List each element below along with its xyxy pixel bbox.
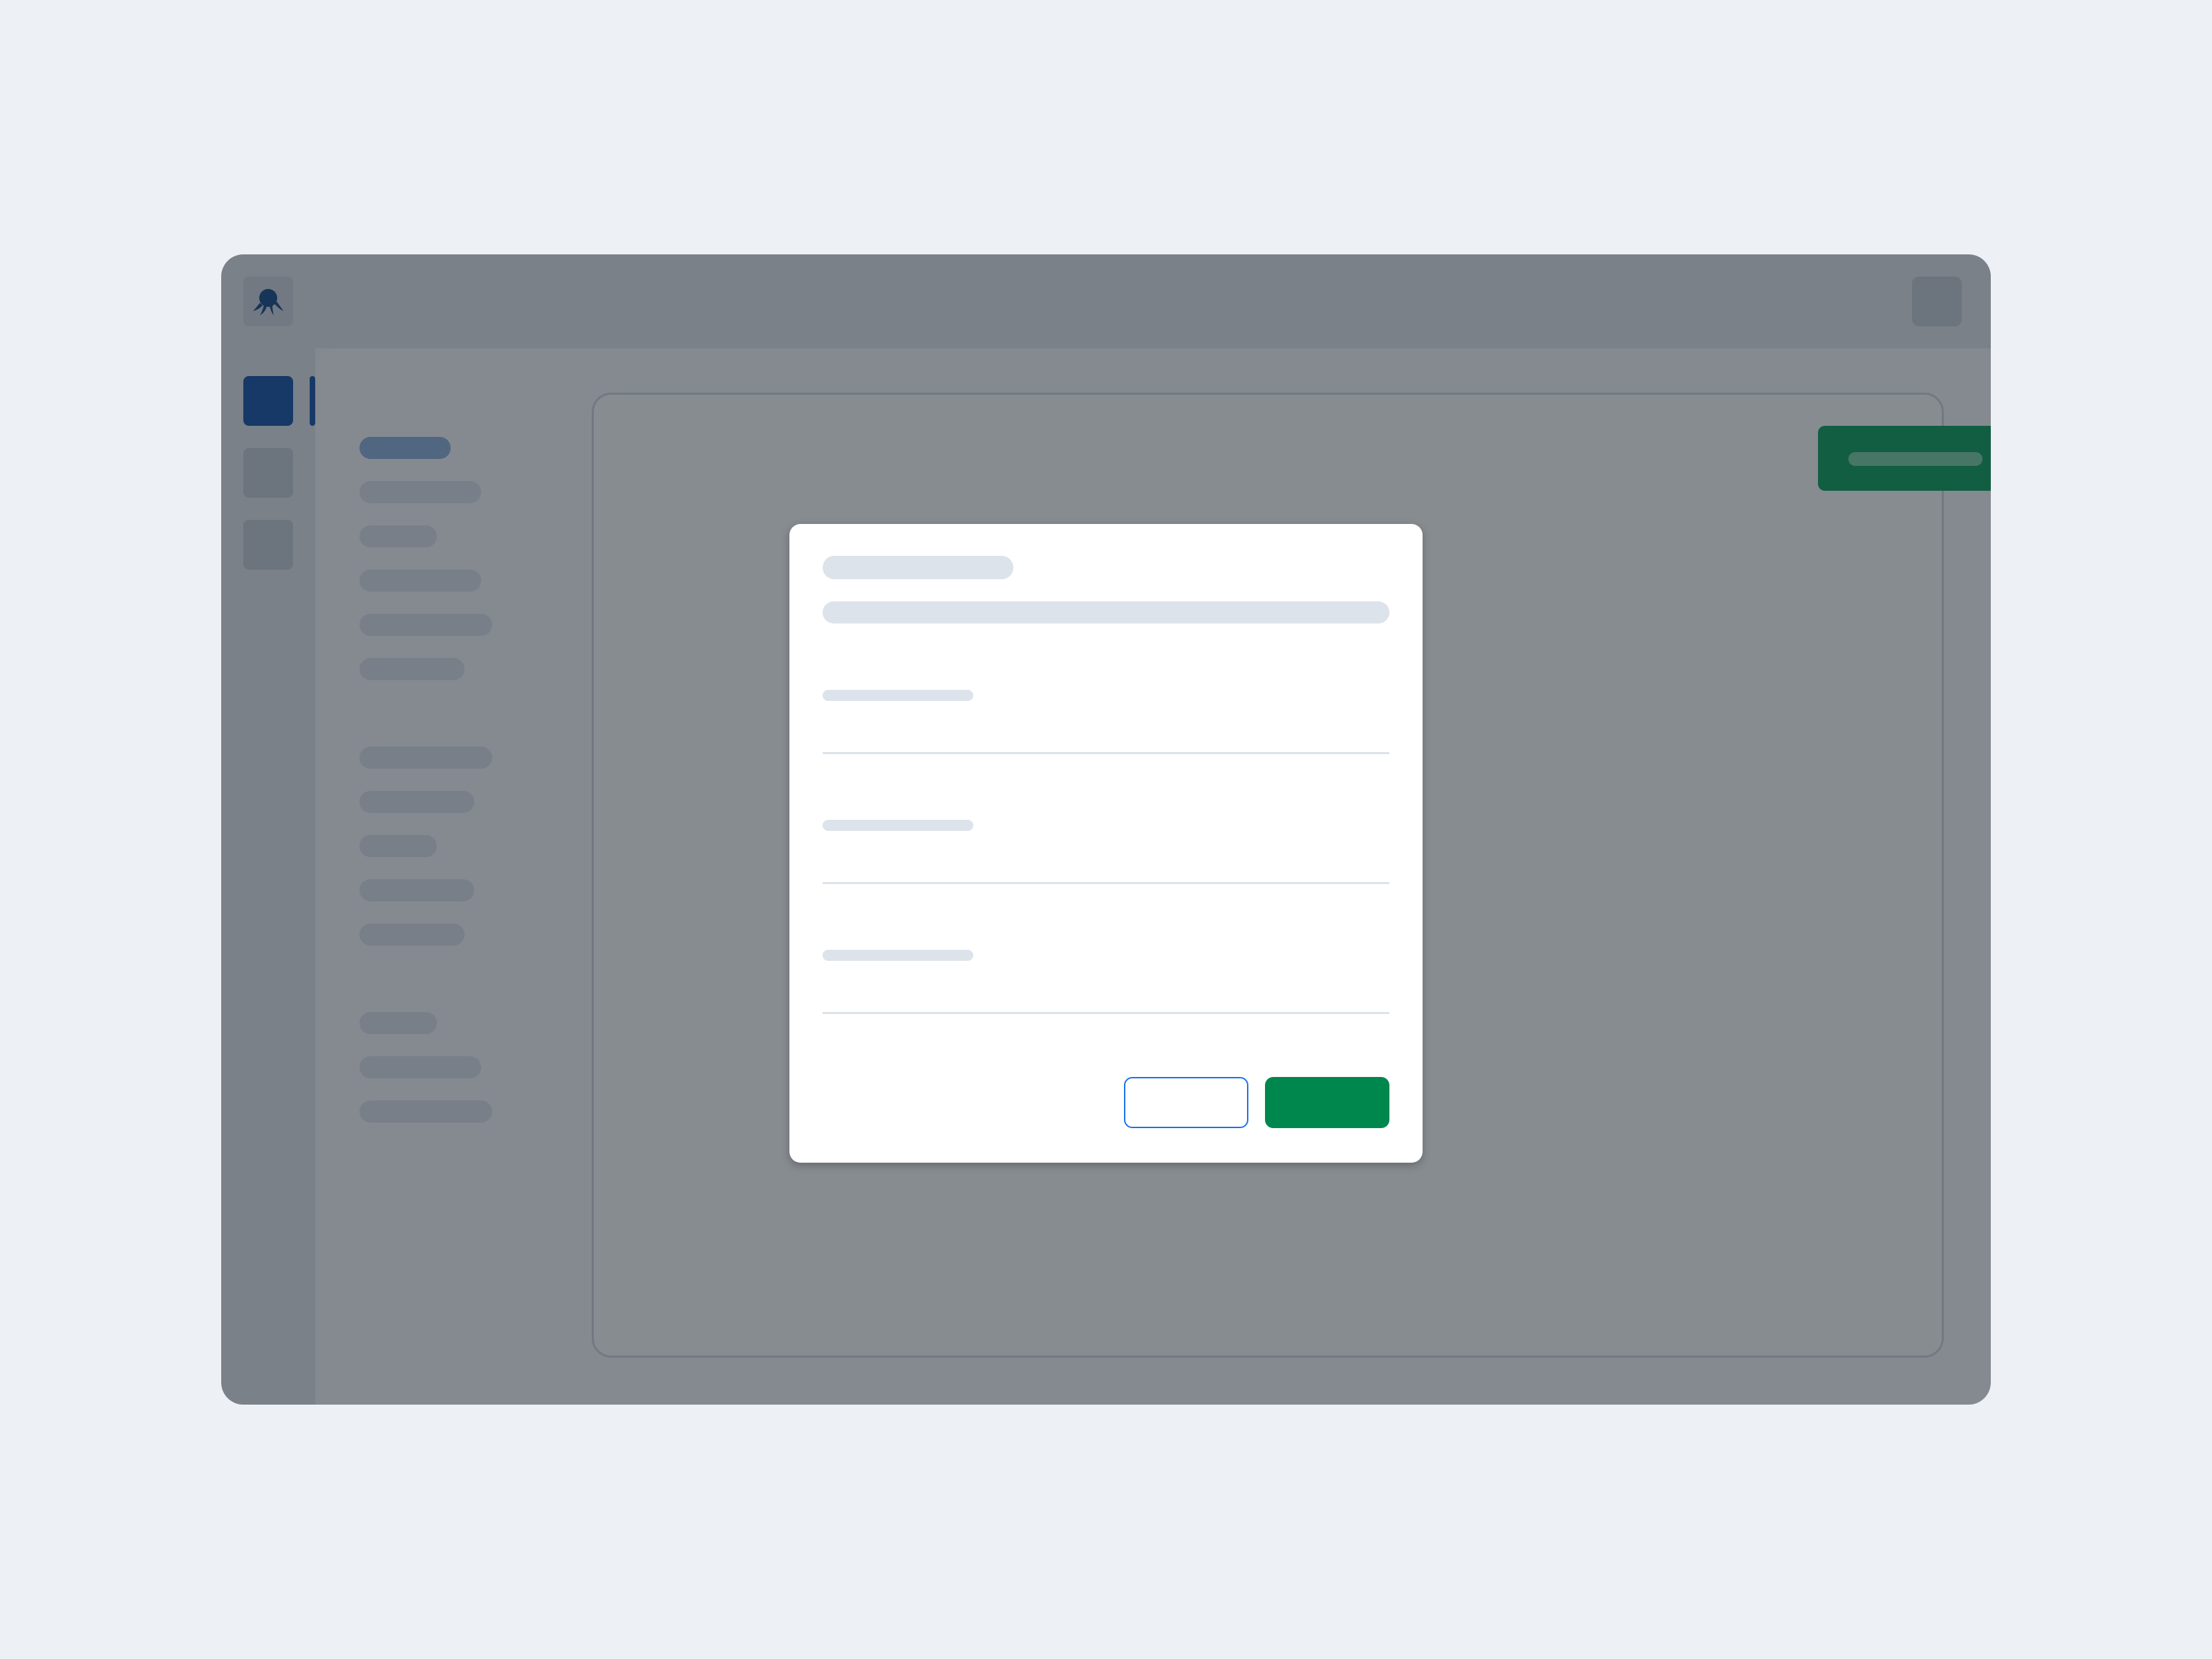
field-label [823,820,973,831]
page-background [0,0,2212,1659]
modal-dialog [789,524,1423,1163]
text-field[interactable] [823,1012,1389,1014]
field-label [823,690,973,701]
cancel-button[interactable] [1124,1077,1248,1128]
text-field[interactable] [823,752,1389,754]
text-field[interactable] [823,882,1389,884]
dialog-title [823,556,1013,579]
field-label [823,950,973,961]
confirm-button[interactable] [1265,1077,1389,1128]
dialog-description [823,601,1389,624]
